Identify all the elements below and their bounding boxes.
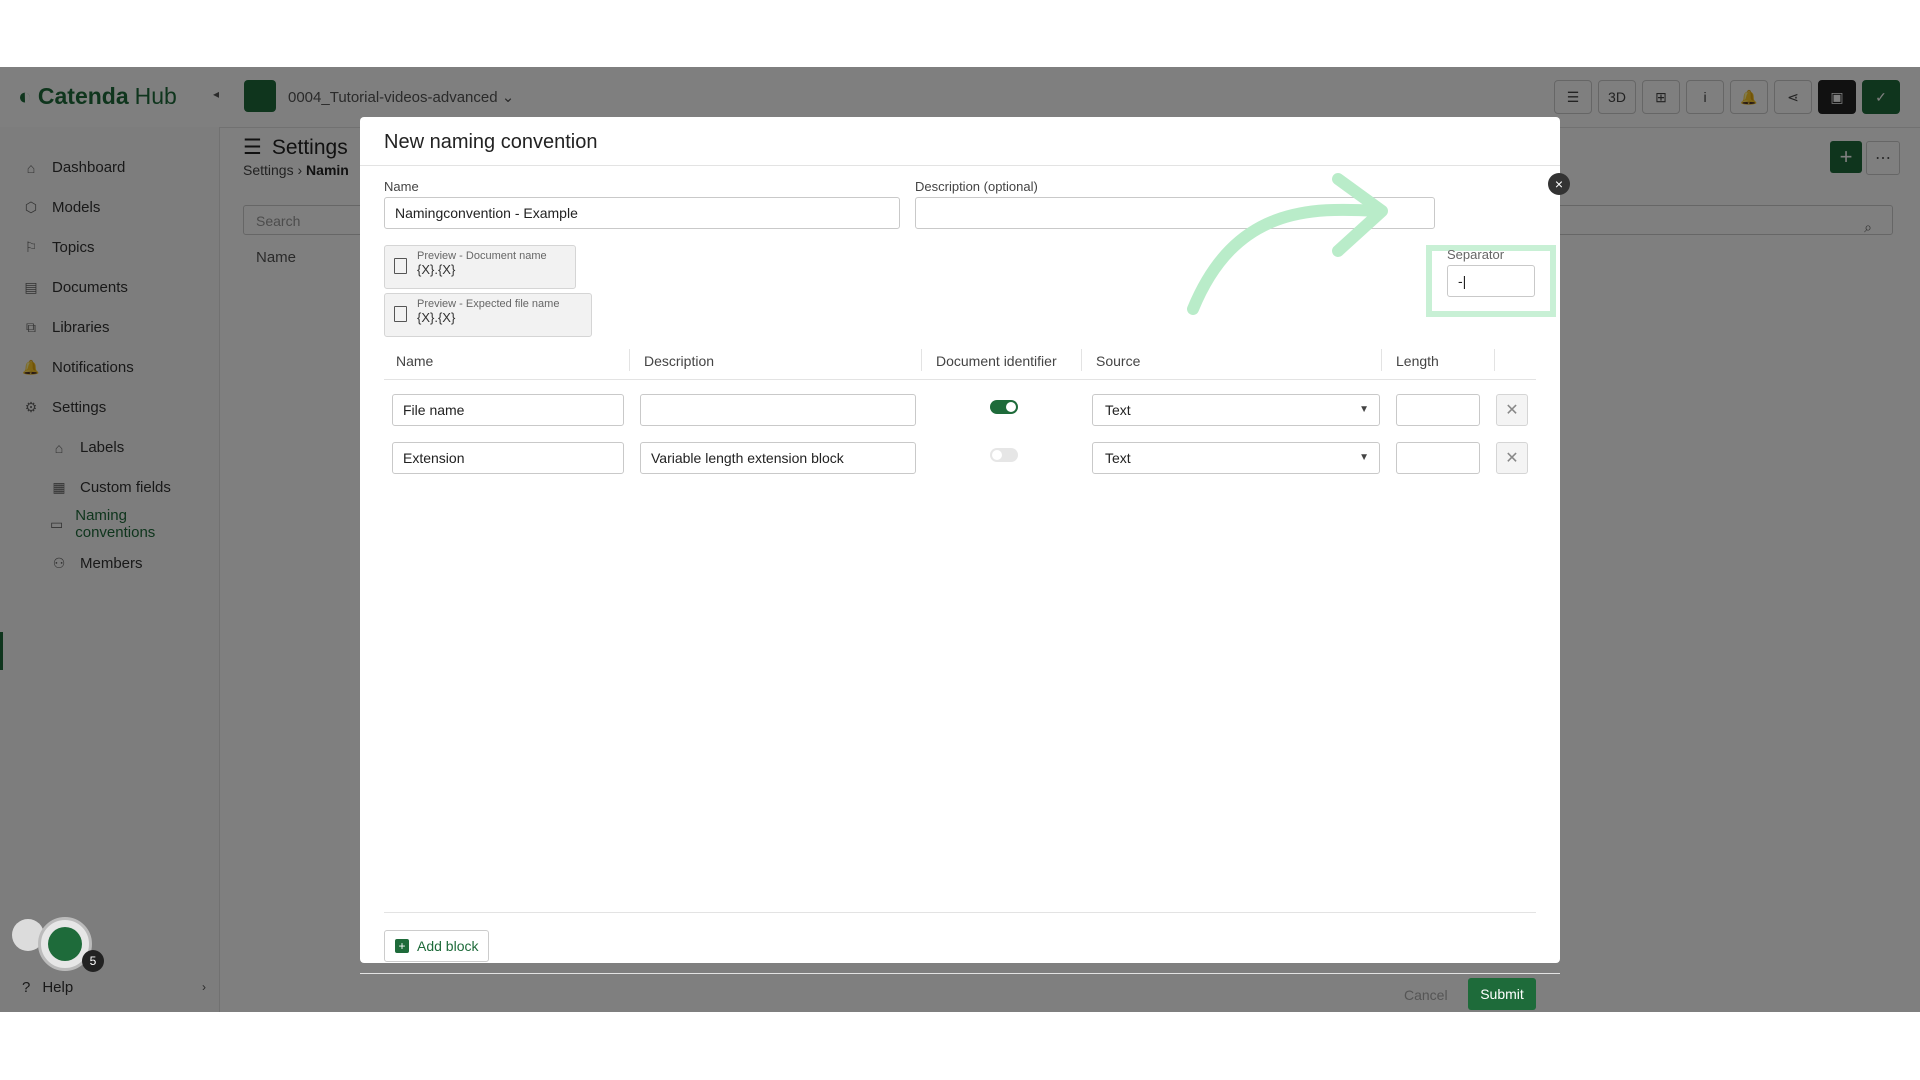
close-dialog-button[interactable]: × (1548, 173, 1570, 195)
app-window: ◐ CatendaHub ◂ 0004_Tutorial-videos-adva… (0, 67, 1920, 1012)
annotation-arrow (1187, 173, 1388, 315)
